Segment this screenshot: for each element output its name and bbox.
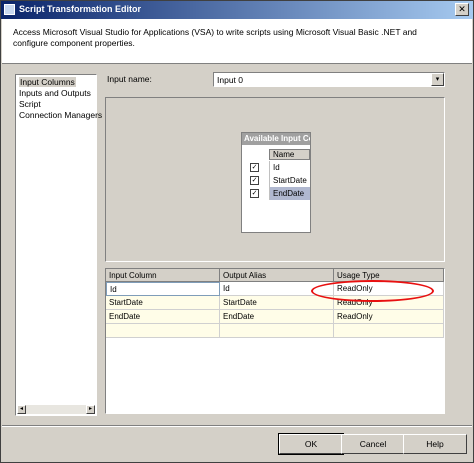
available-column-row[interactable]: ✓ Id — [246, 161, 310, 174]
checkbox-icon[interactable]: ✓ — [250, 163, 259, 172]
grid-cell-new-row[interactable] — [220, 324, 334, 338]
scroll-left-icon[interactable]: ◂ — [17, 405, 26, 414]
checkbox-icon[interactable]: ✓ — [250, 189, 259, 198]
app-icon — [4, 4, 15, 15]
input-name-select[interactable]: Input 0 ▾ — [213, 72, 445, 87]
available-column-name: StartDate — [269, 174, 310, 187]
description-header: Access Microsoft Visual Studio for Appli… — [2, 19, 472, 64]
chevron-down-icon[interactable]: ▾ — [431, 73, 444, 86]
input-name-value: Input 0 — [217, 75, 243, 85]
input-name-label: Input name: — [107, 74, 152, 84]
cancel-button[interactable]: Cancel — [341, 434, 405, 454]
grid-cell-input-column[interactable]: Id — [106, 282, 220, 296]
nav-item-input-columns[interactable]: Input Columns — [19, 77, 76, 87]
scroll-right-icon[interactable]: ▸ — [86, 405, 95, 414]
window-title: Script Transformation Editor — [19, 4, 142, 14]
available-input-columns-title: Available Input Co... — [242, 133, 310, 145]
page-list-hscrollbar[interactable]: ◂ ▸ — [17, 405, 95, 414]
grid-cell-input-column[interactable]: EndDate — [106, 310, 220, 324]
nav-item-script[interactable]: Script — [19, 99, 41, 109]
grid-cell-output-alias[interactable]: StartDate — [220, 296, 334, 310]
available-column-name: EndDate — [269, 187, 310, 200]
page-list: Input Columns Inputs and Outputs Script … — [15, 74, 102, 416]
available-columns-name-header: Name — [269, 149, 310, 160]
close-button[interactable]: ✕ — [455, 3, 469, 16]
grid-cell-input-column[interactable]: StartDate — [106, 296, 220, 310]
checkbox-icon[interactable]: ✓ — [250, 176, 259, 185]
available-column-row[interactable]: ✓ StartDate — [246, 174, 310, 187]
available-column-row[interactable]: ✓ EndDate — [246, 187, 310, 200]
available-input-columns-box: Available Input Co... Name ✓ Id ✓ StartD… — [241, 132, 311, 233]
ok-button[interactable]: OK — [278, 433, 344, 455]
script-transformation-editor-window: Script Transformation Editor ✕ Access Mi… — [0, 0, 474, 463]
description-text: Access Microsoft Visual Studio for Appli… — [13, 27, 417, 48]
available-column-name: Id — [269, 161, 310, 174]
grid-cell-usage-type[interactable]: ReadOnly — [334, 310, 444, 324]
grid-cell-new-row[interactable] — [334, 324, 444, 338]
grid-cell-output-alias[interactable]: EndDate — [220, 310, 334, 324]
nav-item-inputs-and-outputs[interactable]: Inputs and Outputs — [19, 88, 91, 98]
button-separator — [2, 425, 472, 427]
grid-header-output-alias[interactable]: Output Alias — [220, 269, 334, 282]
help-button[interactable]: Help — [403, 434, 467, 454]
grid-cell-new-row[interactable] — [106, 324, 220, 338]
nav-item-connection-managers[interactable]: Connection Managers — [19, 110, 102, 120]
annotation-ellipse — [311, 280, 434, 302]
title-bar: Script Transformation Editor ✕ — [1, 1, 473, 19]
grid-header-input-column[interactable]: Input Column — [106, 269, 220, 282]
